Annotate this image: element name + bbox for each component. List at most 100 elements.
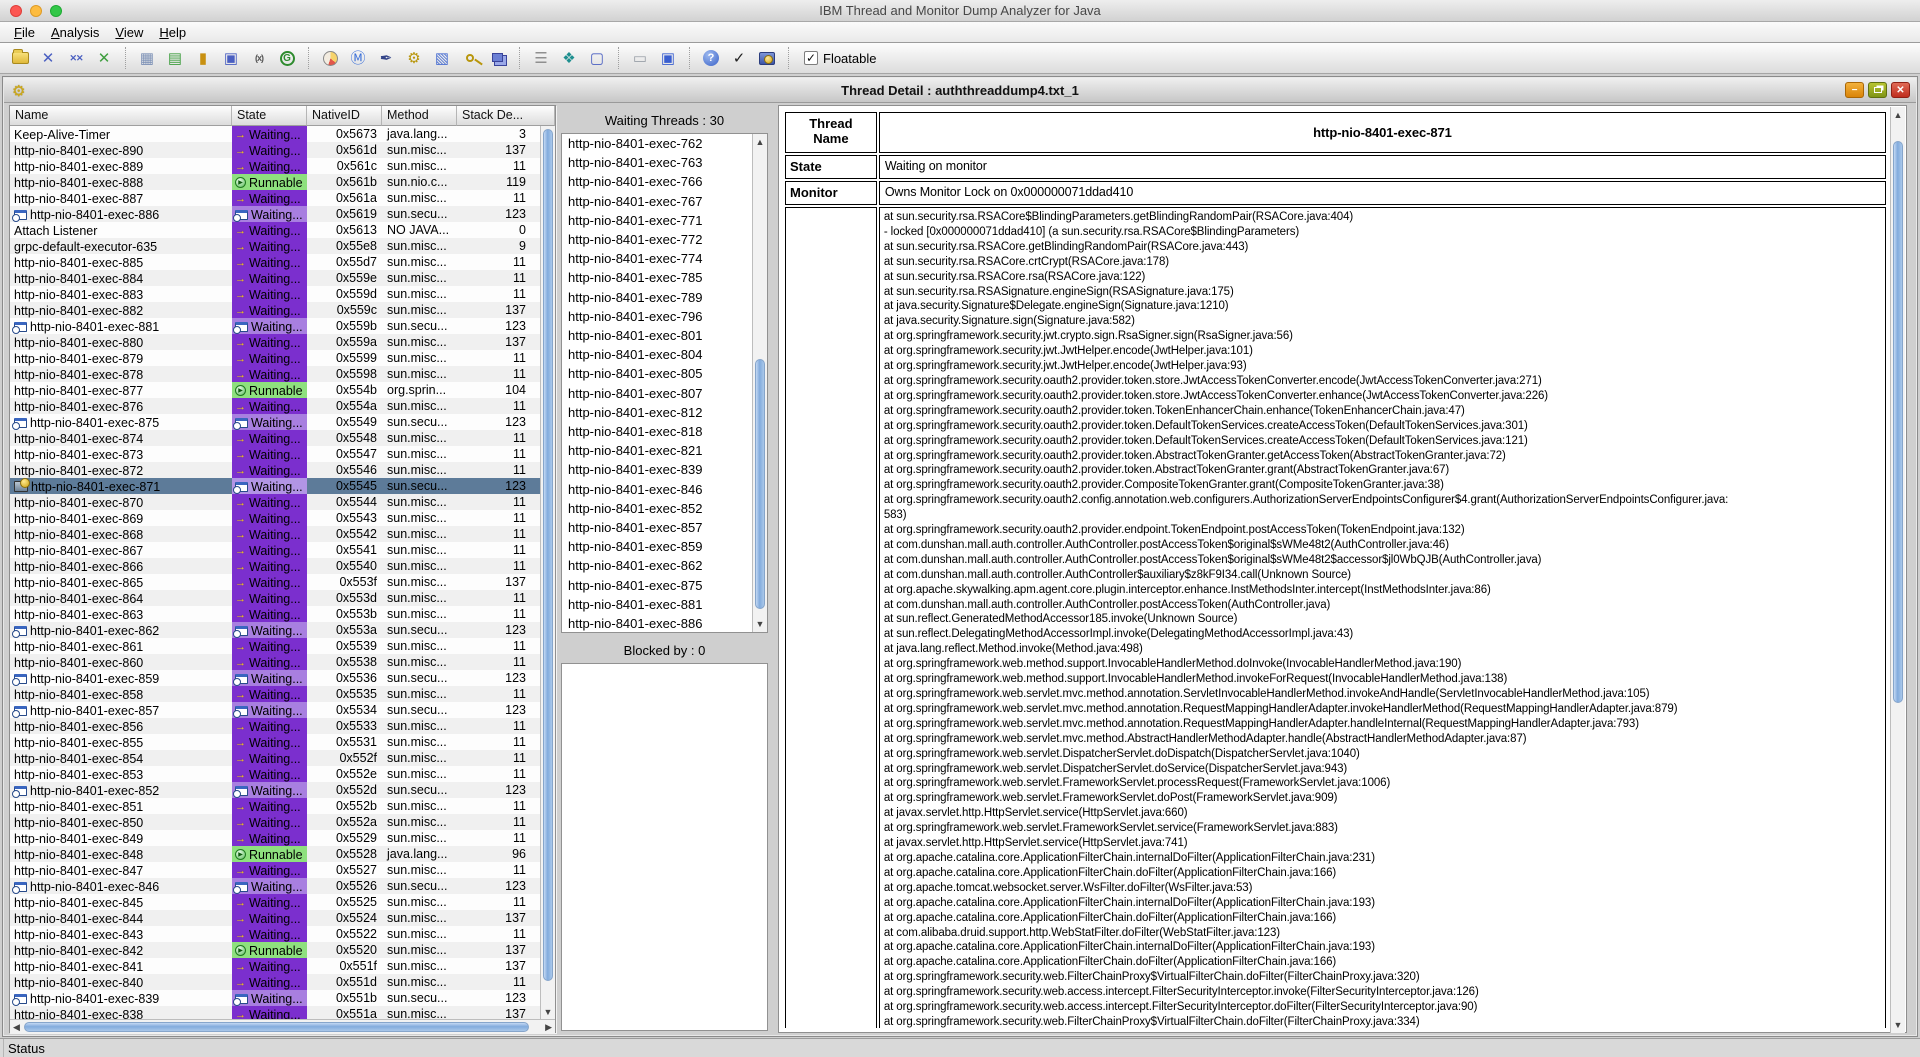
thread-state-cell[interactable]: →Waiting... <box>232 462 307 478</box>
native-id-cell[interactable]: 0x5529 <box>307 830 382 846</box>
help-icon[interactable]: ? <box>698 46 724 70</box>
copy-icon[interactable] <box>485 46 511 70</box>
menu-help[interactable]: Help <box>151 22 194 43</box>
table-row[interactable]: http-nio-8401-exec-864→Waiting...0x553ds… <box>10 590 540 606</box>
table-row[interactable]: http-nio-8401-exec-853→Waiting...0x552es… <box>10 766 540 782</box>
method-cell[interactable]: sun.misc... <box>382 558 457 574</box>
column-header-nativeid[interactable]: NativeID <box>307 106 382 126</box>
thread-state-cell[interactable]: →Waiting... <box>232 334 307 350</box>
stack-depth-cell[interactable]: 11 <box>457 798 540 814</box>
native-id-cell[interactable]: 0x5525 <box>307 894 382 910</box>
scroll-up-icon[interactable]: ▲ <box>1891 109 1905 121</box>
waiting-thread-item[interactable]: http-nio-8401-exec-875 <box>562 576 767 595</box>
table-row[interactable]: http-nio-8401-exec-868→Waiting...0x5542s… <box>10 526 540 542</box>
native-id-cell[interactable]: 0x5549 <box>307 414 382 430</box>
table-row[interactable]: http-nio-8401-exec-879→Waiting...0x5599s… <box>10 350 540 366</box>
thread-name-cell[interactable]: http-nio-8401-exec-862 <box>10 622 232 638</box>
native-id-cell[interactable]: 0x561d <box>307 142 382 158</box>
table-row[interactable]: http-nio-8401-exec-874→Waiting...0x5548s… <box>10 430 540 446</box>
stack-depth-cell[interactable]: 9 <box>457 238 540 254</box>
table-row[interactable]: http-nio-8401-exec-890→Waiting...0x561ds… <box>10 142 540 158</box>
thread-state-cell[interactable]: Waiting... <box>232 670 307 686</box>
stack-depth-cell[interactable]: 123 <box>457 702 540 718</box>
thread-state-cell[interactable]: →Waiting... <box>232 270 307 286</box>
method-cell[interactable]: sun.secu... <box>382 318 457 334</box>
native-id-cell[interactable]: 0x5546 <box>307 462 382 478</box>
waiting-thread-item[interactable]: http-nio-8401-exec-772 <box>562 230 767 249</box>
stack-depth-cell[interactable]: 11 <box>457 190 540 206</box>
mac-close-button[interactable] <box>10 5 22 17</box>
scroll-up-icon[interactable]: ▲ <box>753 136 767 148</box>
method-cell[interactable]: sun.secu... <box>382 414 457 430</box>
thread-name-cell[interactable]: http-nio-8401-exec-843 <box>10 926 232 942</box>
stack-depth-cell[interactable]: 11 <box>457 750 540 766</box>
native-id-cell[interactable]: 0x552e <box>307 766 382 782</box>
tile-window-icon[interactable]: ▢ <box>584 46 610 70</box>
table-row[interactable]: http-nio-8401-exec-857Waiting...0x5534su… <box>10 702 540 718</box>
thread-duration-icon[interactable]: ▤ <box>162 46 188 70</box>
thread-state-cell[interactable]: →Waiting... <box>232 590 307 606</box>
close-all-dumps-icon[interactable]: ✕✕ <box>63 46 89 70</box>
table-row[interactable]: http-nio-8401-exec-884→Waiting...0x559es… <box>10 270 540 286</box>
stack-depth-cell[interactable]: 0 <box>457 222 540 238</box>
native-id-cell[interactable]: 0x552b <box>307 798 382 814</box>
thread-state-cell[interactable]: →Waiting... <box>232 254 307 270</box>
thread-name-cell[interactable]: http-nio-8401-exec-874 <box>10 430 232 446</box>
table-row[interactable]: http-nio-8401-exec-878→Waiting...0x5598s… <box>10 366 540 382</box>
table-row[interactable]: http-nio-8401-exec-841→Waiting...0x551fs… <box>10 958 540 974</box>
thread-name-cell[interactable]: http-nio-8401-exec-842 <box>10 942 232 958</box>
native-id-cell[interactable]: 0x5613 <box>307 222 382 238</box>
table-row[interactable]: http-nio-8401-exec-869→Waiting...0x5543s… <box>10 510 540 526</box>
method-cell[interactable]: sun.misc... <box>382 606 457 622</box>
thread-state-cell[interactable]: →Waiting... <box>232 286 307 302</box>
table-row[interactable]: http-nio-8401-exec-858→Waiting...0x5535s… <box>10 686 540 702</box>
thread-state-cell[interactable]: ▶Runnable <box>232 382 307 398</box>
thread-name-cell[interactable]: http-nio-8401-exec-861 <box>10 638 232 654</box>
table-row[interactable]: http-nio-8401-exec-873→Waiting...0x5547s… <box>10 446 540 462</box>
thread-name-cell[interactable]: http-nio-8401-exec-845 <box>10 894 232 910</box>
stack-depth-cell[interactable]: 123 <box>457 478 540 494</box>
key-icon[interactable] <box>457 46 483 70</box>
method-cell[interactable]: sun.secu... <box>382 990 457 1006</box>
stack-depth-cell[interactable]: 11 <box>457 654 540 670</box>
method-cell[interactable]: java.lang... <box>382 846 457 862</box>
native-id-cell[interactable]: 0x559b <box>307 318 382 334</box>
stack-depth-cell[interactable]: 123 <box>457 318 540 334</box>
thread-state-cell[interactable]: →Waiting... <box>232 734 307 750</box>
table-row[interactable]: http-nio-8401-exec-840→Waiting...0x551ds… <box>10 974 540 990</box>
thread-name-cell[interactable]: http-nio-8401-exec-877 <box>10 382 232 398</box>
thread-name-cell[interactable]: http-nio-8401-exec-883 <box>10 286 232 302</box>
table-row[interactable]: http-nio-8401-exec-838→Waiting...0x551as… <box>10 1006 540 1019</box>
thread-name-cell[interactable]: http-nio-8401-exec-857 <box>10 702 232 718</box>
thread-state-cell[interactable]: →Waiting... <box>232 638 307 654</box>
scroll-right-icon[interactable]: ▶ <box>545 1020 552 1034</box>
table-hscrollbar[interactable]: ◀ ▶ <box>10 1019 555 1034</box>
waiting-thread-item[interactable]: http-nio-8401-exec-767 <box>562 192 767 211</box>
native-id-cell[interactable]: 0x5619 <box>307 206 382 222</box>
native-id-cell[interactable]: 0x5548 <box>307 430 382 446</box>
table-row[interactable]: http-nio-8401-exec-845→Waiting...0x5525s… <box>10 894 540 910</box>
waiting-thread-item[interactable]: http-nio-8401-exec-881 <box>562 595 767 614</box>
method-cell[interactable]: sun.secu... <box>382 702 457 718</box>
open-dump-icon[interactable] <box>7 46 33 70</box>
method-cell[interactable]: sun.misc... <box>382 798 457 814</box>
gc-icon[interactable]: G <box>274 46 300 70</box>
method-cell[interactable]: sun.misc... <box>382 350 457 366</box>
method-cell[interactable]: sun.misc... <box>382 462 457 478</box>
table-row[interactable]: http-nio-8401-exec-886Waiting...0x5619su… <box>10 206 540 222</box>
waiting-thread-item[interactable]: http-nio-8401-exec-774 <box>562 249 767 268</box>
thread-name-cell[interactable]: http-nio-8401-exec-848 <box>10 846 232 862</box>
waiting-list-scrollbar[interactable]: ▲ ▼ <box>752 134 767 632</box>
thread-name-cell[interactable]: http-nio-8401-exec-871 <box>10 478 232 494</box>
native-id-cell[interactable]: 0x553a <box>307 622 382 638</box>
native-id-cell[interactable]: 0x552f <box>307 750 382 766</box>
native-id-cell[interactable]: 0x554b <box>307 382 382 398</box>
method-cell[interactable]: sun.misc... <box>382 910 457 926</box>
native-id-cell[interactable]: 0x5544 <box>307 494 382 510</box>
thread-state-cell[interactable]: Waiting... <box>232 318 307 334</box>
native-id-cell[interactable]: 0x55e8 <box>307 238 382 254</box>
thread-state-cell[interactable]: →Waiting... <box>232 974 307 990</box>
waiting-thread-item[interactable]: http-nio-8401-exec-804 <box>562 345 767 364</box>
table-row[interactable]: http-nio-8401-exec-885→Waiting...0x55d7s… <box>10 254 540 270</box>
stack-depth-cell[interactable]: 137 <box>457 574 540 590</box>
